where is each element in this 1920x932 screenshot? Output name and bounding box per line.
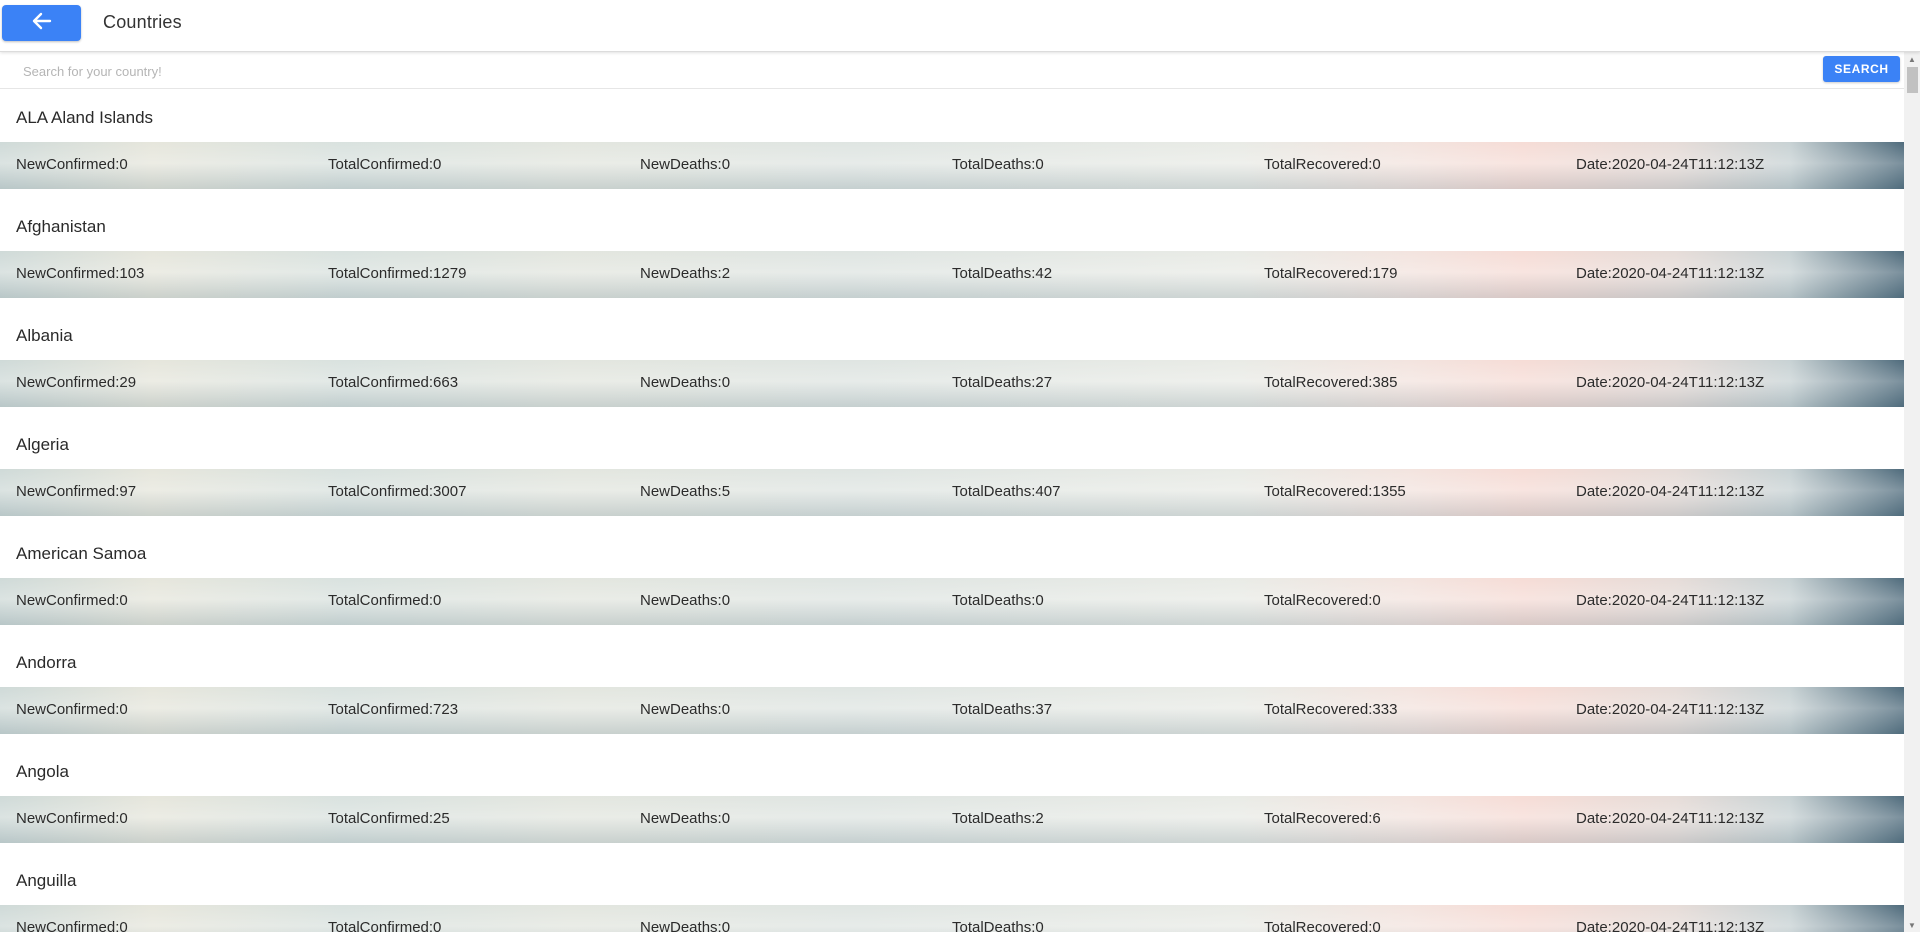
country-name: Andorra <box>16 653 77 672</box>
stat-total-recovered: TotalRecovered:0 <box>1264 592 1381 609</box>
search-bar: SEARCH <box>0 52 1904 89</box>
country-stats-bar: NewConfirmed:97 TotalConfirmed:3007 NewDea… <box>0 469 1904 516</box>
app-window: Countries SEARCH ALA Aland Islands NewCon… <box>0 0 1920 932</box>
stat-total-confirmed: TotalConfirmed:0 <box>328 156 442 173</box>
stat-date: Date:2020-04-24T11:12:13Z <box>1576 701 1765 718</box>
stat-total-confirmed: TotalConfirmed:0 <box>328 592 442 609</box>
stat-total-recovered: TotalRecovered:179 <box>1264 265 1398 282</box>
stat-new-confirmed: NewConfirmed:0 <box>16 919 128 932</box>
stat-total-confirmed: TotalConfirmed:0 <box>328 919 442 932</box>
stat-date: Date:2020-04-24T11:12:13Z <box>1576 156 1765 173</box>
stat-total-deaths: TotalDeaths:407 <box>952 483 1061 500</box>
stat-date: Date:2020-04-24T11:12:13Z <box>1576 810 1765 827</box>
stat-new-confirmed: NewConfirmed:0 <box>16 810 128 827</box>
stat-total-confirmed: TotalConfirmed:3007 <box>328 483 467 500</box>
stat-total-recovered: TotalRecovered:333 <box>1264 701 1398 718</box>
country-item[interactable]: Albania NewConfirmed:29 TotalConfirmed:663… <box>0 307 1904 416</box>
country-stats-bar: NewConfirmed:0 TotalConfirmed:0 NewDeaths:… <box>0 905 1904 932</box>
stat-new-confirmed: NewConfirmed:0 <box>16 701 128 718</box>
stat-new-deaths: NewDeaths:0 <box>640 919 731 932</box>
stat-new-deaths: NewDeaths:0 <box>640 156 731 173</box>
scroll-up-arrow-icon[interactable]: ▲ <box>1904 52 1920 66</box>
stat-total-confirmed: TotalConfirmed:25 <box>328 810 450 827</box>
country-stats-bar: NewConfirmed:0 TotalConfirmed:0 NewDeaths:… <box>0 578 1904 625</box>
scroll-down-arrow-icon[interactable]: ▼ <box>1904 918 1920 932</box>
scroll-thumb[interactable] <box>1907 67 1918 93</box>
stat-total-recovered: TotalRecovered:6 <box>1264 810 1381 827</box>
stat-date: Date:2020-04-24T11:12:13Z <box>1576 919 1765 932</box>
stat-total-recovered: TotalRecovered:0 <box>1264 919 1381 932</box>
country-name: Algeria <box>16 435 69 454</box>
top-bar: Countries <box>0 0 1920 52</box>
stat-date: Date:2020-04-24T11:12:13Z <box>1576 374 1765 391</box>
stat-total-recovered: TotalRecovered:0 <box>1264 156 1381 173</box>
country-item[interactable]: Angola NewConfirmed:0 TotalConfirmed:25 New… <box>0 743 1904 852</box>
stat-total-deaths: TotalDeaths:37 <box>952 701 1053 718</box>
country-name: Angola <box>16 762 69 781</box>
stat-date: Date:2020-04-24T11:12:13Z <box>1576 483 1765 500</box>
country-stats-bar: NewConfirmed:103 TotalConfirmed:1279 NewDe… <box>0 251 1904 298</box>
country-name: Anguilla <box>16 871 77 890</box>
country-name: Afghanistan <box>16 217 106 236</box>
country-stats-bar: NewConfirmed:29 TotalConfirmed:663 NewDeat… <box>0 360 1904 407</box>
stat-total-confirmed: TotalConfirmed:1279 <box>328 265 467 282</box>
country-item[interactable]: Anguilla NewConfirmed:0 TotalConfirmed:0 Ne… <box>0 852 1904 932</box>
stat-new-confirmed: NewConfirmed:29 <box>16 374 137 391</box>
stat-total-deaths: TotalDeaths:2 <box>952 810 1044 827</box>
country-item[interactable]: Andorra NewConfirmed:0 TotalConfirmed:723 N… <box>0 634 1904 743</box>
stat-total-confirmed: TotalConfirmed:723 <box>328 701 459 718</box>
search-input[interactable] <box>10 56 1825 86</box>
country-name: American Samoa <box>16 544 147 563</box>
stat-total-deaths: TotalDeaths:0 <box>952 919 1044 932</box>
country-stats-bar: NewConfirmed:0 TotalConfirmed:25 NewDeaths… <box>0 796 1904 843</box>
stat-total-deaths: TotalDeaths:42 <box>952 265 1053 282</box>
stat-new-deaths: NewDeaths:5 <box>640 483 731 500</box>
country-item[interactable]: ALA Aland Islands NewConfirmed:0 TotalConf… <box>0 89 1904 198</box>
country-list: ALA Aland Islands NewConfirmed:0 TotalConf… <box>0 89 1904 932</box>
stat-new-deaths: NewDeaths:0 <box>640 374 731 391</box>
vertical-scrollbar[interactable]: ▲ ▼ <box>1904 52 1920 932</box>
country-item[interactable]: American Samoa NewConfirmed:0 TotalConfirm… <box>0 525 1904 634</box>
stat-total-recovered: TotalRecovered:1355 <box>1264 483 1406 500</box>
stat-date: Date:2020-04-24T11:12:13Z <box>1576 592 1765 609</box>
stat-new-confirmed: NewConfirmed:103 <box>16 265 145 282</box>
country-name: ALA Aland Islands <box>16 108 154 127</box>
stat-total-recovered: TotalRecovered:385 <box>1264 374 1398 391</box>
stat-new-confirmed: NewConfirmed:97 <box>16 483 137 500</box>
stat-total-deaths: TotalDeaths:0 <box>952 592 1044 609</box>
back-button[interactable] <box>2 5 81 41</box>
stat-new-confirmed: NewConfirmed:0 <box>16 592 128 609</box>
stat-total-confirmed: TotalConfirmed:663 <box>328 374 459 391</box>
arrow-left-icon <box>32 12 52 35</box>
search-button[interactable]: SEARCH <box>1823 56 1900 82</box>
stat-new-deaths: NewDeaths:0 <box>640 810 731 827</box>
stat-total-deaths: TotalDeaths:0 <box>952 156 1044 173</box>
country-item[interactable]: Afghanistan NewConfirmed:103 TotalConfirme… <box>0 198 1904 307</box>
country-stats-bar: NewConfirmed:0 TotalConfirmed:723 NewDeath… <box>0 687 1904 734</box>
country-stats-bar: NewConfirmed:0 TotalConfirmed:0 NewDeaths:… <box>0 142 1904 189</box>
stat-new-confirmed: NewConfirmed:0 <box>16 156 128 173</box>
stat-date: Date:2020-04-24T11:12:13Z <box>1576 265 1765 282</box>
page-title: Countries <box>103 12 182 32</box>
stat-new-deaths: NewDeaths:2 <box>640 265 731 282</box>
country-item[interactable]: Algeria NewConfirmed:97 TotalConfirmed:300… <box>0 416 1904 525</box>
stat-new-deaths: NewDeaths:0 <box>640 701 731 718</box>
stat-total-deaths: TotalDeaths:27 <box>952 374 1053 391</box>
country-name: Albania <box>16 326 73 345</box>
stat-new-deaths: NewDeaths:0 <box>640 592 731 609</box>
